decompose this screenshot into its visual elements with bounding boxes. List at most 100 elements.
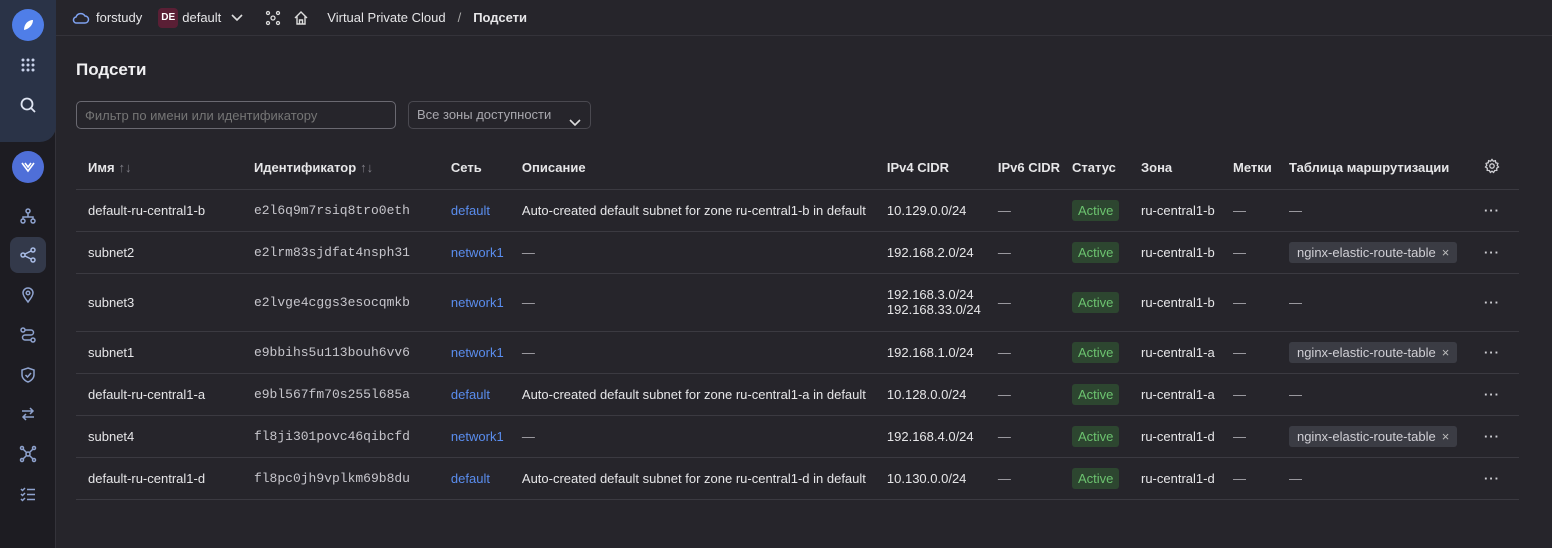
subnet-name: subnet2 bbox=[88, 244, 135, 260]
labels-value: — bbox=[1232, 344, 1246, 360]
ipv4-cidr: 192.168.4.0/24 bbox=[886, 428, 974, 444]
ipv4-cidr: 10.129.0.0/24 bbox=[886, 202, 967, 218]
settings-gear-icon[interactable] bbox=[1464, 147, 1519, 190]
table-row[interactable]: default-ru-central1-d fl8pc0jh9vplkm69b8d… bbox=[76, 457, 1519, 500]
chevron-down-icon bbox=[569, 110, 581, 136]
graph-icon[interactable] bbox=[10, 436, 46, 472]
apps-grid-icon[interactable] bbox=[10, 47, 46, 83]
header-id[interactable]: Идентификатор ↑↓ bbox=[241, 147, 439, 190]
subnet-name: subnet4 bbox=[88, 428, 135, 444]
location-pin-icon[interactable] bbox=[10, 277, 46, 313]
tag-remove-icon[interactable]: × bbox=[1442, 429, 1450, 444]
cell-description: — bbox=[509, 331, 875, 374]
folder-selector[interactable]: DE default bbox=[148, 7, 243, 28]
more-dots-icon[interactable]: ··· bbox=[1464, 457, 1519, 500]
chevron-down-icon bbox=[231, 13, 243, 22]
labels-value: — bbox=[1232, 294, 1246, 310]
zone-value: ru-central1-d bbox=[1141, 428, 1215, 444]
network-link[interactable]: default bbox=[451, 471, 490, 486]
cell-ipv4: 192.168.2.0/24 bbox=[874, 231, 986, 274]
route-table-tag[interactable]: nginx-elastic-route-table × bbox=[1288, 241, 1458, 263]
subnet-name: subnet3 bbox=[88, 294, 135, 310]
table-row[interactable]: default-ru-central1-a e9bl567fm70s255l685… bbox=[76, 373, 1519, 416]
subnet-id: e9bbihs5u113bouh6vv6 bbox=[253, 345, 410, 360]
cell-ipv6: — bbox=[985, 457, 1061, 500]
routes-icon[interactable] bbox=[10, 317, 46, 353]
cell-network: network1 bbox=[438, 331, 510, 374]
zone-value: ru-central1-b bbox=[1141, 202, 1215, 218]
cell-ipv4: 192.168.1.0/24 bbox=[874, 331, 986, 374]
ipv6-cidr: — bbox=[997, 428, 1011, 444]
network-link[interactable]: network1 bbox=[451, 245, 504, 260]
table-row[interactable]: subnet4 fl8ji301povc46qibcfd network1 — 192.… bbox=[76, 415, 1519, 458]
list-check-icon[interactable] bbox=[10, 476, 46, 512]
cell-route-table: nginx-elastic-route-table × bbox=[1276, 231, 1465, 274]
cell-id: e9bbihs5u113bouh6vv6 bbox=[241, 331, 439, 374]
folder-badge: DE bbox=[158, 7, 179, 28]
table-row[interactable]: subnet3 e2lvge4cggs3esocqmkb network1 — 192.… bbox=[76, 273, 1519, 332]
route-table-tag[interactable]: nginx-elastic-route-table × bbox=[1288, 425, 1458, 447]
network-link[interactable]: default bbox=[451, 203, 490, 218]
more-dots-icon[interactable]: ··· bbox=[1464, 189, 1519, 232]
subnets-icon[interactable] bbox=[10, 237, 46, 273]
subnet-id: e2lvge4cggs3esocqmkb bbox=[253, 295, 410, 310]
cell-network: default bbox=[438, 189, 510, 232]
cell-name: default-ru-central1-a bbox=[76, 373, 242, 416]
cell-zone: ru-central1-b bbox=[1129, 231, 1221, 274]
network-link[interactable]: network1 bbox=[451, 345, 504, 360]
more-dots-icon[interactable]: ··· bbox=[1464, 415, 1519, 458]
home-icon[interactable] bbox=[293, 10, 309, 26]
subnet-name: default-ru-central1-d bbox=[88, 470, 206, 486]
labels-value: — bbox=[1232, 470, 1246, 486]
more-dots-icon[interactable]: ··· bbox=[1464, 231, 1519, 274]
cell-name: subnet4 bbox=[76, 415, 242, 458]
header-name[interactable]: Имя ↑↓ bbox=[76, 147, 242, 190]
route-table-empty: — bbox=[1288, 470, 1302, 486]
cloud-name: forstudy bbox=[96, 10, 143, 25]
cell-zone: ru-central1-d bbox=[1129, 415, 1221, 458]
more-dots-icon[interactable]: ··· bbox=[1464, 373, 1519, 416]
search-icon[interactable] bbox=[10, 87, 46, 123]
left-rail bbox=[0, 0, 56, 548]
cell-labels: — bbox=[1220, 331, 1277, 374]
table-row[interactable]: subnet1 e9bbihs5u113bouh6vv6 network1 — 192.… bbox=[76, 331, 1519, 374]
network-link[interactable]: network1 bbox=[451, 429, 504, 444]
network-link[interactable]: default bbox=[451, 387, 490, 402]
network-topology-icon[interactable] bbox=[10, 198, 46, 234]
more-dots-icon[interactable]: ··· bbox=[1464, 273, 1519, 332]
cloud-selector[interactable]: forstudy bbox=[72, 10, 142, 25]
route-table-tag[interactable]: nginx-elastic-route-table × bbox=[1288, 341, 1458, 363]
tag-remove-icon[interactable]: × bbox=[1442, 245, 1450, 260]
transfer-icon[interactable] bbox=[10, 396, 46, 432]
cell-id: e2lrm83sjdfat4nsph31 bbox=[241, 231, 439, 274]
shield-icon[interactable] bbox=[10, 357, 46, 393]
sort-icon[interactable]: ↑↓ bbox=[360, 160, 373, 175]
more-dots-icon[interactable]: ··· bbox=[1464, 331, 1519, 374]
zone-value: ru-central1-d bbox=[1141, 470, 1215, 486]
cell-route-table: — bbox=[1276, 273, 1465, 332]
cell-network: default bbox=[438, 457, 510, 500]
subnet-id: e2l6q9m7rsiq8tro0eth bbox=[253, 203, 410, 218]
subnet-description: — bbox=[521, 294, 535, 310]
labels-value: — bbox=[1232, 202, 1246, 218]
status-badge: Active bbox=[1072, 199, 1120, 221]
labels-value: — bbox=[1232, 244, 1246, 260]
cell-id: e9bl567fm70s255l685a bbox=[241, 373, 439, 416]
vpc-service-icon[interactable] bbox=[12, 151, 44, 183]
breadcrumb-service[interactable]: Virtual Private Cloud bbox=[327, 10, 445, 25]
labels-value: — bbox=[1232, 428, 1246, 444]
cell-labels: — bbox=[1220, 373, 1277, 416]
table-row[interactable]: subnet2 e2lrm83sjdfat4nsph31 network1 — 192.… bbox=[76, 231, 1519, 274]
cell-status: Active bbox=[1060, 331, 1129, 374]
network-link[interactable]: network1 bbox=[451, 295, 504, 310]
logo-icon[interactable] bbox=[12, 9, 44, 41]
sort-icon[interactable]: ↑↓ bbox=[119, 160, 132, 175]
zone-select[interactable]: Все зоны доступности bbox=[408, 101, 591, 129]
filter-input[interactable] bbox=[76, 101, 396, 129]
hub-icon[interactable] bbox=[265, 10, 281, 26]
tag-remove-icon[interactable]: × bbox=[1442, 345, 1450, 360]
status-badge: Active bbox=[1072, 341, 1120, 363]
table-row[interactable]: default-ru-central1-b e2l6q9m7rsiq8tro0et… bbox=[76, 189, 1519, 232]
ipv6-cidr: — bbox=[997, 344, 1011, 360]
cell-name: default-ru-central1-b bbox=[76, 189, 242, 232]
